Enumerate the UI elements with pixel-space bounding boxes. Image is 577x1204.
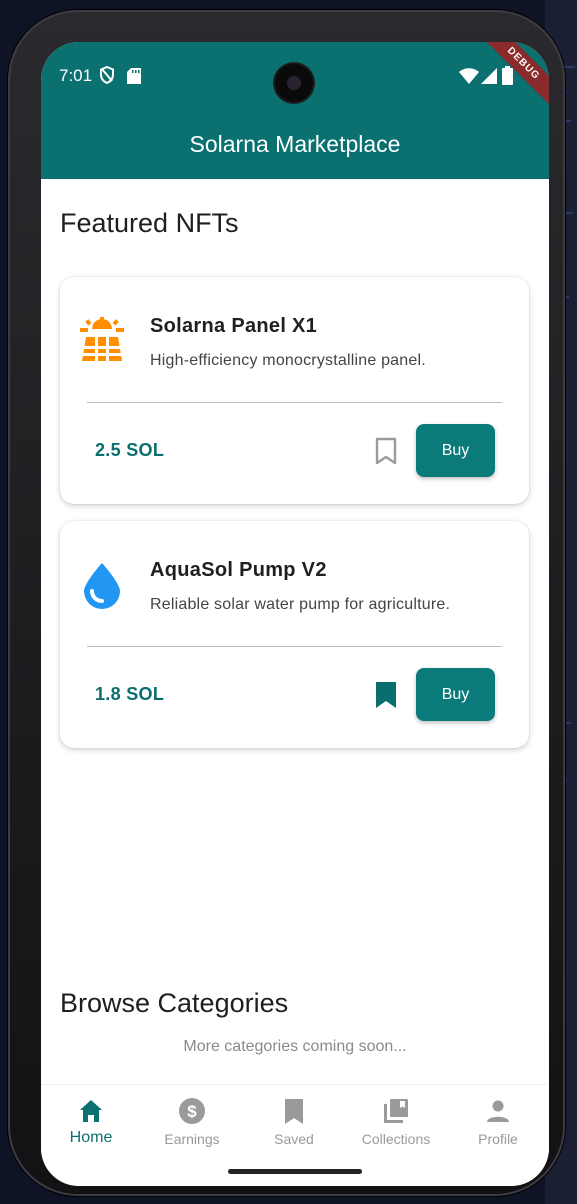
home-icon	[80, 1100, 102, 1122]
dollar-icon: $	[179, 1098, 205, 1124]
buy-button[interactable]: Buy	[416, 668, 495, 721]
nft-price: 2.5 SOL	[95, 440, 165, 460]
nft-description: Reliable solar water pump for agricultur…	[150, 596, 451, 613]
nft-price: 1.8 SOL	[95, 684, 165, 704]
card-divider	[87, 402, 502, 403]
app-bar: 7:01 DEBUG Solarna Marketplace	[41, 42, 549, 179]
phone-frame: 7:01 DEBUG Solarna Marketplace Featured …	[8, 10, 565, 1196]
nft-title: Solarna Panel X1	[150, 315, 318, 337]
app-title: Solarna Marketplace	[189, 131, 401, 157]
bookmark-filled-icon[interactable]	[374, 681, 398, 709]
nft-description: High-efficiency monocrystalline panel.	[150, 352, 426, 369]
bookmark-outline-icon[interactable]	[374, 437, 398, 465]
nft-card[interactable]: Solarna Panel X1 High-efficiency monocry…	[60, 277, 529, 504]
nav-item-saved[interactable]: Saved	[244, 1097, 344, 1147]
water-drop-icon	[84, 563, 120, 609]
nav-label: Collections	[361, 1131, 431, 1147]
battery-icon	[502, 66, 513, 85]
nav-label: Saved	[274, 1131, 314, 1147]
nav-label: Home	[69, 1129, 113, 1146]
categories-heading: Browse Categories	[60, 988, 289, 1018]
nav-label: Profile	[478, 1131, 518, 1147]
nav-item-profile[interactable]: Profile	[448, 1097, 548, 1147]
nav-item-collections[interactable]: Collections	[346, 1097, 446, 1147]
collections-icon	[384, 1099, 408, 1123]
signal-icon	[481, 68, 497, 84]
home-indicator[interactable]	[228, 1169, 362, 1174]
nav-item-earnings[interactable]: $ Earnings	[142, 1097, 242, 1147]
card-divider	[87, 646, 502, 647]
status-bar: 7:01 DEBUG	[41, 42, 549, 114]
featured-heading: Featured NFTs	[60, 208, 239, 238]
phone-screen: 7:01 DEBUG Solarna Marketplace Featured …	[41, 42, 549, 1186]
nft-title: AquaSol Pump V2	[150, 559, 327, 581]
status-time: 7:01	[59, 66, 93, 85]
bookmark-icon	[285, 1099, 303, 1124]
buy-button[interactable]: Buy	[416, 424, 495, 477]
svg-text:$: $	[187, 1102, 197, 1121]
solar-panel-icon	[80, 317, 124, 361]
nav-item-home[interactable]: Home	[41, 1097, 141, 1147]
categories-placeholder: More categories coming soon...	[183, 1038, 407, 1055]
person-icon	[487, 1100, 509, 1122]
wifi-icon	[459, 68, 479, 84]
nft-card[interactable]: AquaSol Pump V2 Reliable solar water pum…	[60, 521, 529, 748]
sd-card-icon	[127, 68, 141, 84]
nav-label: Earnings	[164, 1131, 220, 1147]
shield-icon	[100, 66, 114, 84]
camera-cutout	[275, 64, 313, 102]
